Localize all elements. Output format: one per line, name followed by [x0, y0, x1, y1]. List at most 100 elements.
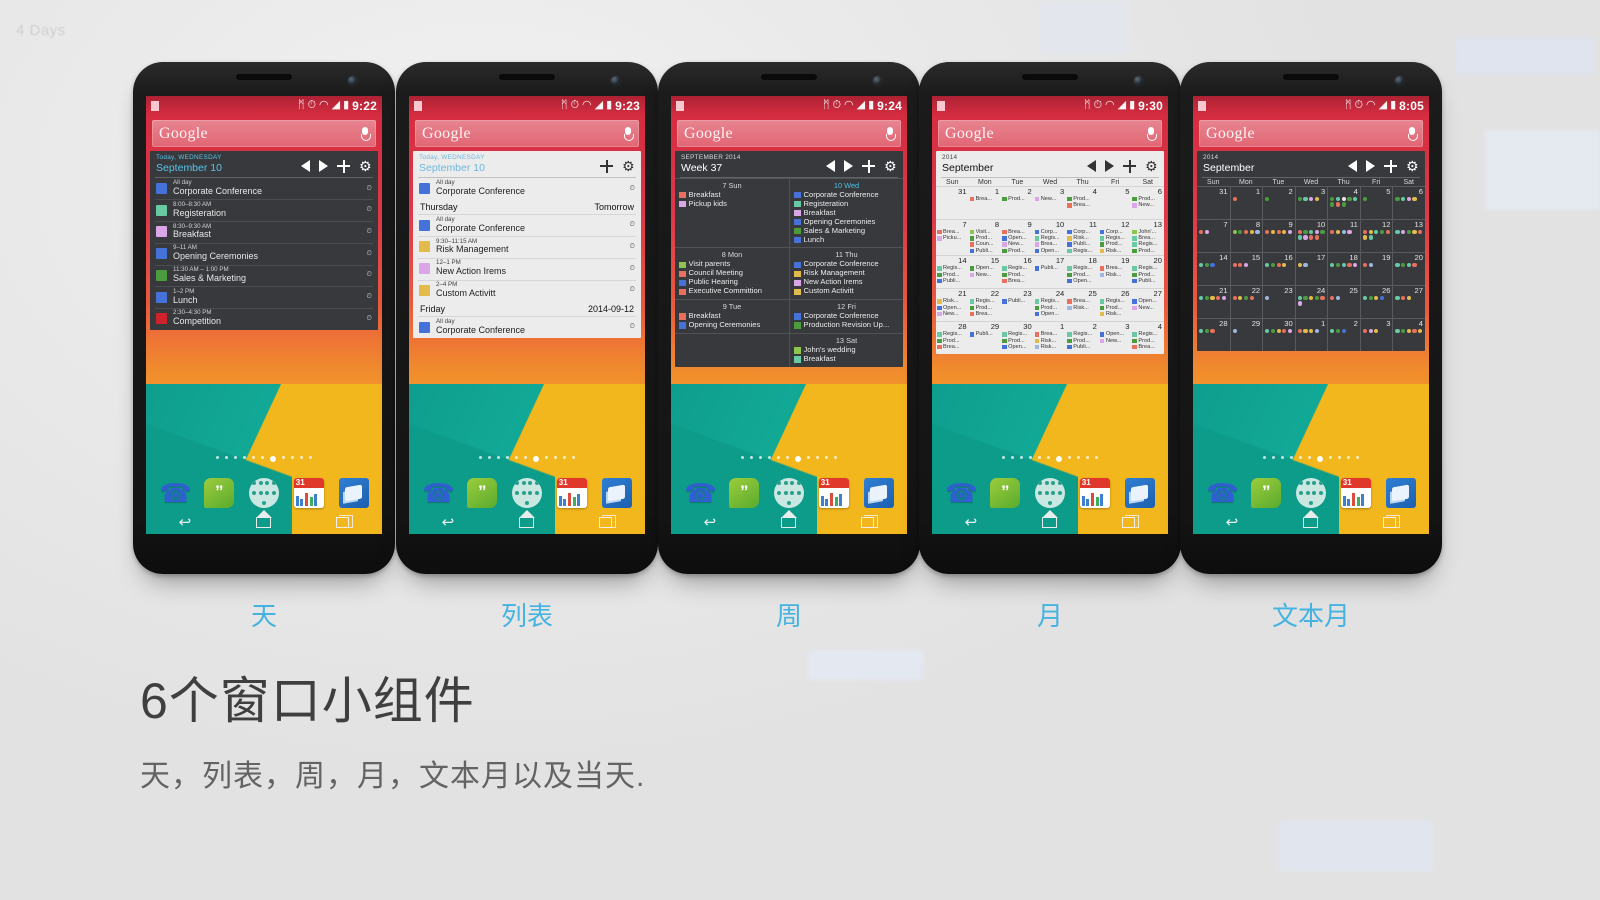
calendar-widget-day[interactable]: Today, WEDNESDAY September 10 ⚙ All day Corp… — [150, 151, 378, 330]
month-day-cell[interactable]: 18 Regis... Prod... Open... — [1066, 255, 1099, 288]
month-day-cell[interactable]: 6 — [1392, 185, 1425, 219]
event-row[interactable]: 11:30 AM – 1:00 PM Sales & Marketing ⏲ — [150, 264, 378, 287]
page-dot[interactable] — [1038, 456, 1041, 459]
week-event[interactable]: Custom Activitt — [794, 287, 899, 296]
page-dot[interactable] — [1281, 456, 1284, 459]
event-row[interactable]: 2–4 PM Custom Activitt ⏲ — [413, 279, 641, 302]
page-dot[interactable] — [554, 456, 557, 459]
page-dot[interactable] — [261, 456, 264, 459]
calendar-icon[interactable]: 31 — [1340, 478, 1371, 508]
prev-button[interactable] — [1348, 160, 1357, 173]
phone-icon[interactable]: ☎ — [422, 478, 454, 508]
month-event[interactable]: Brea... — [969, 196, 1001, 202]
month-day-cell[interactable]: 25 — [1327, 284, 1360, 318]
page-dot[interactable] — [777, 456, 780, 459]
event-row[interactable]: 9:30–11:15 AM Risk Management ⏲ — [413, 236, 641, 258]
month-day-cell[interactable]: 10 — [1294, 218, 1328, 252]
month-day-cell[interactable]: 4 — [1392, 317, 1425, 351]
event-row[interactable]: 1–2 PM Lunch ⏲ — [150, 286, 378, 308]
settings-gear-icon[interactable]: ⚙ — [622, 159, 635, 173]
calendar-widget-list[interactable]: Today, WEDNESDAY September 10 ⚙ All day Corp… — [413, 151, 641, 338]
week-event[interactable]: Production Revision Up... — [794, 321, 899, 330]
month-day-cell[interactable]: 17 — [1294, 251, 1328, 285]
page-dot[interactable] — [1338, 456, 1341, 459]
month-day-cell[interactable]: 16 Regis... Prod... Brea... — [1001, 255, 1034, 288]
page-dot[interactable] — [515, 456, 518, 459]
month-event[interactable]: Risk... — [1034, 344, 1066, 350]
home-icon[interactable] — [780, 509, 797, 528]
recents-icon[interactable] — [861, 514, 879, 528]
month-day-cell[interactable]: 12 Corp... Regis... Prod... Risk... — [1098, 218, 1132, 256]
prev-button[interactable] — [301, 160, 310, 173]
month-day-cell[interactable]: 5 — [1098, 185, 1132, 219]
page-dot[interactable] — [270, 456, 276, 462]
month-event[interactable]: Publi... — [1034, 265, 1066, 271]
add-event-button[interactable] — [337, 159, 350, 173]
page-dot[interactable] — [1356, 456, 1359, 459]
month-event[interactable]: Risk... — [1099, 311, 1131, 317]
month-day-cell[interactable]: 19 Brea... Risk... — [1098, 255, 1132, 288]
month-day-cell[interactable]: 14 — [1197, 251, 1230, 285]
month-day-cell[interactable]: 22 Regis... Prod... Brea... — [968, 288, 1002, 321]
scanner-icon[interactable] — [863, 478, 894, 508]
page-dot[interactable] — [1002, 456, 1005, 459]
month-day-cell[interactable]: 27 — [1392, 284, 1425, 318]
page-dot[interactable] — [1011, 456, 1014, 459]
week-event[interactable]: Corporate Conference — [794, 312, 899, 321]
page-dot[interactable] — [816, 456, 819, 459]
page-dot[interactable] — [1056, 456, 1062, 462]
next-button[interactable] — [1105, 160, 1114, 173]
month-day-cell[interactable]: 3 New... — [1033, 185, 1067, 219]
hangouts-icon[interactable]: ” — [467, 478, 498, 508]
page-dot[interactable] — [1272, 456, 1275, 459]
page-dot[interactable] — [1095, 456, 1098, 459]
month-event[interactable]: Brea... — [1132, 344, 1163, 350]
page-dot[interactable] — [291, 456, 294, 459]
page-dot[interactable] — [234, 456, 237, 459]
month-day-cell[interactable]: 21 — [1197, 284, 1230, 318]
week-day-cell[interactable] — [675, 333, 789, 367]
month-day-cell[interactable]: 24 — [1294, 284, 1328, 318]
week-day-cell[interactable]: 12 Fri Corporate Conference Production Rev… — [789, 299, 903, 334]
page-dot[interactable] — [1347, 456, 1350, 459]
settings-gear-icon[interactable]: ⚙ — [1145, 159, 1158, 173]
month-event[interactable]: Picku... — [937, 235, 968, 241]
month-day-cell[interactable]: 27 Open... New... — [1131, 288, 1164, 321]
prev-button[interactable] — [1087, 160, 1096, 173]
google-search-widget[interactable]: Google — [677, 120, 901, 147]
recents-icon[interactable] — [336, 514, 354, 528]
app-drawer-icon[interactable] — [1034, 478, 1065, 508]
month-day-cell[interactable]: 2 — [1262, 185, 1295, 219]
next-button[interactable] — [319, 160, 328, 173]
app-drawer-icon[interactable] — [1295, 478, 1326, 508]
month-day-cell[interactable]: 8 Visit... Prod... Coun... Publi... — [968, 218, 1002, 256]
event-row[interactable]: 9–11 AM Opening Ceremonies ⏲ — [150, 242, 378, 265]
page-dot[interactable] — [563, 456, 566, 459]
calendar-widget-week[interactable]: SEPTEMBER 2014 Week 37 ⚙ 7 Sun Breakfast Pick… — [675, 151, 903, 368]
month-event[interactable]: Brea... — [937, 344, 968, 350]
month-day-cell[interactable]: 2 — [1327, 317, 1360, 351]
month-event[interactable]: Open... — [1067, 278, 1098, 284]
month-day-cell[interactable]: 3 — [1359, 317, 1393, 351]
page-dot[interactable] — [1329, 456, 1332, 459]
page-dot[interactable] — [1068, 456, 1071, 459]
month-event[interactable]: Publi... — [937, 278, 968, 284]
page-dot[interactable] — [497, 456, 500, 459]
page-dot[interactable] — [759, 456, 762, 459]
page-dot[interactable] — [1047, 456, 1050, 459]
app-drawer-icon[interactable] — [511, 478, 542, 508]
page-dot[interactable] — [300, 456, 303, 459]
month-day-cell[interactable]: 25 Brea... Risk... — [1066, 288, 1099, 321]
month-day-cell[interactable]: 5 — [1359, 185, 1393, 219]
month-day-cell[interactable]: 1 Brea... Risk... Risk... — [1033, 321, 1067, 354]
calendar-icon[interactable]: 31 — [556, 478, 587, 508]
back-icon[interactable]: ↩ — [179, 515, 192, 530]
page-dot[interactable] — [252, 456, 255, 459]
month-event[interactable]: Regis... — [1067, 248, 1098, 254]
app-drawer-icon[interactable] — [248, 478, 279, 508]
month-day-cell[interactable]: 18 — [1327, 251, 1360, 285]
recents-icon[interactable] — [1122, 514, 1140, 528]
home-icon[interactable] — [1302, 509, 1319, 528]
month-event[interactable]: New... — [1034, 196, 1066, 202]
month-day-cell[interactable]: 19 — [1359, 251, 1393, 285]
